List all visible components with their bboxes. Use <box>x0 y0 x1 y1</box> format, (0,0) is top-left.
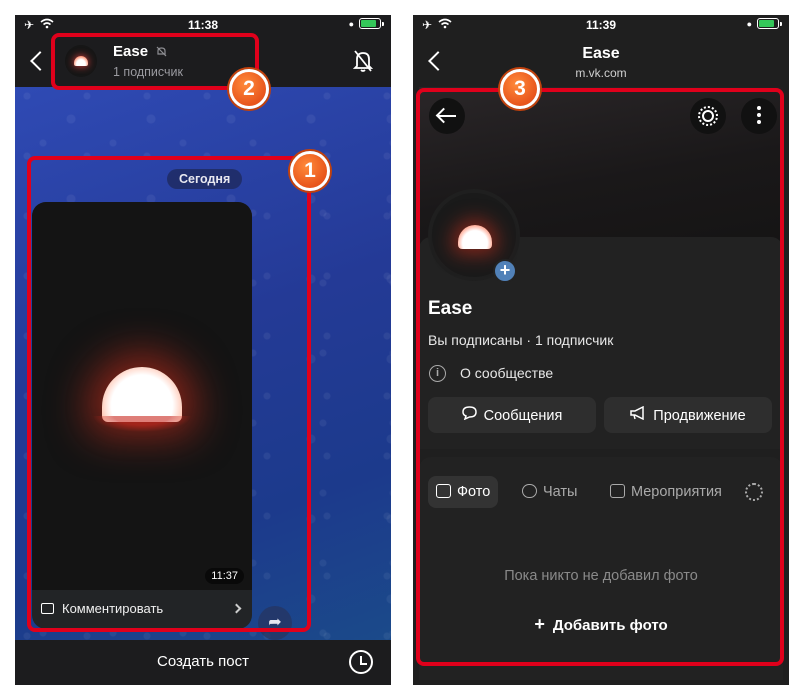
status-bar: ✈ 11:38 ● <box>15 15 391 35</box>
step-badge-2: 2 <box>229 69 269 109</box>
highlight-box-channel-title <box>51 33 259 90</box>
battery-icon <box>757 18 782 29</box>
create-post-button[interactable]: Создать пост <box>15 653 391 670</box>
browser-header: Ease m.vk.com <box>413 35 789 87</box>
location-icon: ● <box>746 18 752 29</box>
status-bar: ✈ 11:39 ● <box>413 15 789 35</box>
status-time: 11:38 <box>187 18 219 32</box>
bell-off-icon[interactable] <box>352 49 374 73</box>
highlight-box-post <box>27 156 311 632</box>
history-clock-icon[interactable] <box>349 650 373 674</box>
header-title: Ease <box>582 45 620 62</box>
highlight-box-community-page <box>416 88 784 666</box>
battery-icon <box>359 18 384 29</box>
header-url: m.vk.com <box>575 66 627 80</box>
location-icon: ● <box>348 18 354 29</box>
status-time: 11:39 <box>585 18 617 32</box>
step-badge-3: 3 <box>500 69 540 109</box>
chat-footer: Создать пост <box>15 640 391 685</box>
back-chevron-icon[interactable] <box>30 51 50 71</box>
step-badge-1: 1 <box>290 151 330 191</box>
